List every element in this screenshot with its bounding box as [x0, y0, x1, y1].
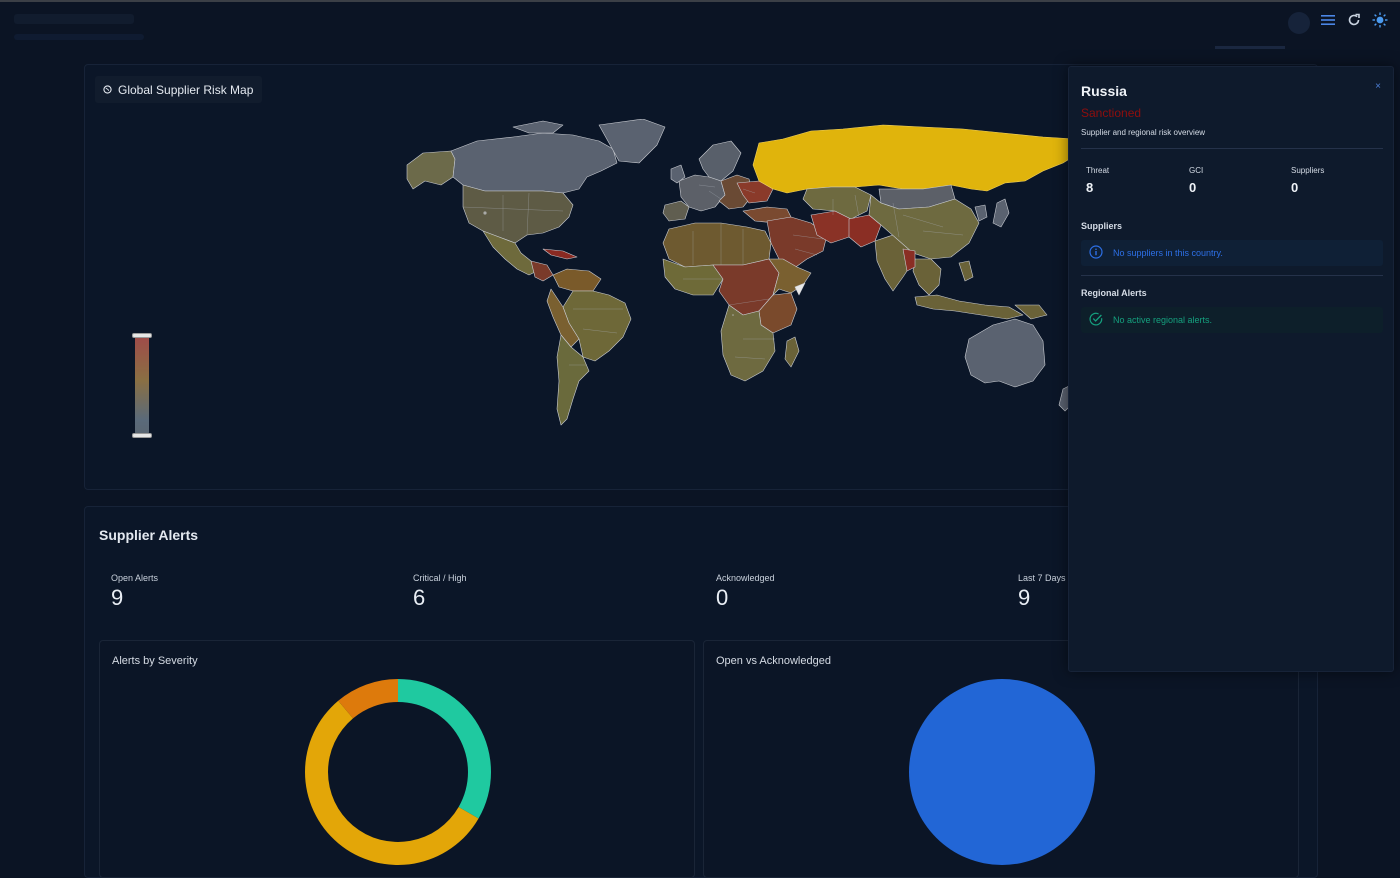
- region-australia[interactable]: [964, 318, 1046, 388]
- region-russia[interactable]: [752, 124, 1080, 194]
- suppliers-notice: No suppliers in this country.: [1081, 240, 1383, 266]
- stat-value: 9: [1018, 585, 1031, 610]
- region-indonesia[interactable]: [914, 294, 1024, 320]
- stat-label: Critical / High: [413, 573, 467, 583]
- region-north-africa[interactable]: [662, 222, 772, 268]
- legend-gradient: [135, 335, 149, 435]
- stat-last-7-days: Last 7 Days 9: [1018, 573, 1066, 611]
- info-icon: [1089, 245, 1103, 261]
- chart-slice-0[interactable]: [909, 679, 1095, 865]
- regional-alerts-notice: No active regional alerts.: [1081, 307, 1383, 333]
- region-iberia[interactable]: [662, 200, 690, 222]
- regional-alerts-heading: Regional Alerts: [1081, 288, 1147, 298]
- region-arctic-islands[interactable]: [512, 120, 564, 134]
- region-central-america[interactable]: [530, 260, 554, 282]
- stat-label: Open Alerts: [111, 573, 159, 583]
- metric-label: GCI: [1189, 166, 1204, 175]
- region-scandinavia[interactable]: [698, 140, 742, 182]
- stat-acknowledged: Acknowledged 0: [716, 573, 775, 611]
- toolbar: [1320, 12, 1388, 28]
- map-title: Global Supplier Risk Map: [118, 82, 254, 97]
- status-badge: Sanctioned: [1081, 106, 1142, 120]
- map-title-badge: Global Supplier Risk Map: [95, 76, 263, 103]
- stat-label: Last 7 Days: [1018, 573, 1066, 583]
- stat-value: 9: [111, 585, 124, 610]
- metric-gci: GCI 0: [1189, 166, 1203, 195]
- refresh-icon[interactable]: [1346, 12, 1362, 28]
- panel-subtitle: Supplier and regional risk overview: [1081, 128, 1206, 137]
- header-sub-placeholder: [14, 34, 144, 40]
- severity-chart-card: Alerts by Severity: [99, 640, 695, 878]
- metric-value: 0: [1189, 180, 1197, 195]
- ack-chart-card: Open vs Acknowledged: [703, 640, 1299, 878]
- theme-icon[interactable]: [1372, 12, 1388, 28]
- header-placeholder: [14, 14, 134, 24]
- stat-open-alerts: Open Alerts 9: [111, 573, 158, 611]
- region-png[interactable]: [1014, 304, 1048, 320]
- user-avatar[interactable]: [1288, 12, 1310, 34]
- globe-icon: [103, 83, 112, 97]
- stat-label: Acknowledged: [716, 573, 775, 583]
- stat-critical-high: Critical / High 6: [413, 573, 467, 611]
- metric-suppliers: Suppliers 0: [1291, 166, 1324, 195]
- top-bar: [0, 2, 1400, 62]
- region-alaska[interactable]: [406, 150, 456, 190]
- region-southeast-asia[interactable]: [912, 258, 942, 296]
- region-madagascar[interactable]: [784, 336, 800, 368]
- stat-value: 0: [716, 585, 729, 610]
- region-usa[interactable]: [462, 184, 574, 244]
- region-japan[interactable]: [992, 198, 1010, 228]
- legend-handle-bottom[interactable]: [132, 433, 152, 438]
- metric-value: 8: [1086, 180, 1094, 195]
- divider: [1081, 275, 1383, 276]
- metric-label: Suppliers: [1291, 166, 1325, 175]
- close-icon[interactable]: ×: [1375, 81, 1381, 92]
- country-name: Russia: [1081, 83, 1127, 99]
- region-caribbean[interactable]: [542, 248, 578, 260]
- metric-threat: Threat 8: [1086, 166, 1109, 195]
- region-canada[interactable]: [450, 132, 618, 194]
- metric-value: 0: [1291, 180, 1299, 195]
- legend-handle-top[interactable]: [132, 333, 152, 338]
- region-colombia-venezuela[interactable]: [552, 268, 602, 292]
- chart-slice-0[interactable]: [398, 679, 491, 819]
- region-philippines[interactable]: [958, 260, 974, 282]
- threat-legend: [115, 321, 169, 457]
- regional-alerts-notice-text: No active regional alerts.: [1113, 315, 1213, 325]
- menu-icon[interactable]: [1320, 12, 1336, 28]
- ack-pie-chart[interactable]: [704, 641, 1299, 878]
- suppliers-notice-text: No suppliers in this country.: [1113, 248, 1223, 258]
- header-underline: [1215, 46, 1285, 49]
- check-circle-icon: [1089, 312, 1103, 328]
- divider: [1081, 148, 1383, 149]
- suppliers-heading: Suppliers: [1081, 221, 1123, 231]
- country-detail-panel: × Russia Sanctioned Supplier and regiona…: [1068, 66, 1394, 672]
- alerts-title: Supplier Alerts: [99, 527, 199, 543]
- world-map[interactable]: [403, 119, 1083, 449]
- metric-label: Threat: [1086, 166, 1110, 175]
- severity-donut-chart[interactable]: [100, 641, 695, 878]
- stat-value: 6: [413, 585, 426, 610]
